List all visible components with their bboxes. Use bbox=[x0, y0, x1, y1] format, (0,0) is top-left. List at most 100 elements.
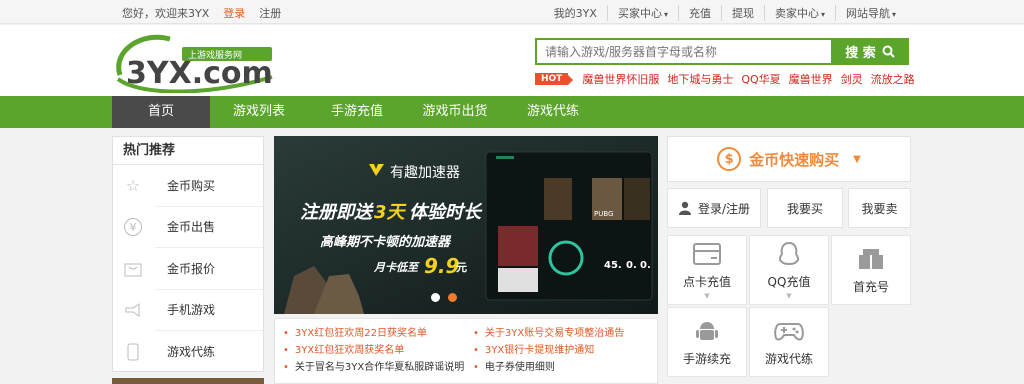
sidebar-item-buy-gold[interactable]: 金币购买 bbox=[155, 165, 263, 207]
mobile-renewal-label: 手游续充 bbox=[682, 351, 731, 366]
withdraw-label: 提现 bbox=[731, 7, 754, 20]
megaphone-icon bbox=[113, 290, 153, 332]
gold-quick-buy-label: 金币快速购买 bbox=[749, 150, 840, 169]
hot-link[interactable]: 流放之路 bbox=[871, 71, 915, 87]
news-item[interactable]: 3YX红包狂欢周22日获奖名单 bbox=[283, 325, 464, 342]
search-input[interactable] bbox=[537, 40, 831, 63]
hot-link[interactable]: 魔兽世界怀旧服 bbox=[582, 71, 659, 87]
first-recharge-account-label: 首充号 bbox=[852, 279, 889, 294]
card-icon bbox=[692, 241, 722, 267]
search-icon bbox=[882, 45, 895, 58]
news-item[interactable]: 关于3YX账号交易专项整治通告 bbox=[473, 325, 624, 342]
hot-recommend-sidebar: 热门推荐 ☆ ¥ 金币购买 金币出售 金币报价 手机游戏 游戏代练 bbox=[112, 136, 264, 372]
caret-down-icon: ▼ bbox=[704, 291, 710, 300]
news-item[interactable]: 关于冒名与3YX合作华夏私服辟谣说明 bbox=[283, 359, 464, 376]
nav-home[interactable]: 首页 bbox=[112, 96, 210, 128]
hot-link[interactable]: 剑灵 bbox=[841, 71, 863, 87]
buyer-center-label: 买家中心 bbox=[617, 7, 662, 20]
news-item[interactable]: 电子券使用细则 bbox=[473, 359, 624, 376]
sidebar-item-gold-quote[interactable]: 金币报价 bbox=[155, 248, 263, 290]
game-boosting-tile[interactable]: 游戏代练 bbox=[749, 307, 829, 377]
bag-icon bbox=[113, 248, 153, 290]
site-logo[interactable]: 上游戏服务网 3YX.com bbox=[112, 31, 277, 94]
caret-down-icon: ▾ bbox=[820, 10, 825, 19]
caret-down-icon: ▼ bbox=[853, 153, 861, 165]
phone-icon bbox=[113, 331, 153, 373]
banner-stat-b: 0. bbox=[626, 260, 637, 271]
news-col-right: 关于3YX账号交易专项整治通告 3YX银行卡提现维护通知 电子券使用细则 bbox=[473, 325, 624, 376]
search-button-label: 搜 索 bbox=[845, 46, 876, 61]
banner-headline-c: 体验时长 bbox=[409, 202, 483, 223]
my-3yx-link[interactable]: 我的3YX bbox=[544, 5, 607, 21]
header: 上游戏服务网 3YX.com 搜 索 HOT 魔兽世界怀旧服 地下城与勇士 QQ… bbox=[0, 25, 1024, 96]
promo-banner[interactable]: 有趣加速器 注册即送 3天 体验时长 高峰期不卡顿的加速器 月卡低至 9.9 元… bbox=[274, 136, 658, 314]
game-boosting-label: 游戏代练 bbox=[764, 351, 813, 366]
banner-stat-c: 0. bbox=[640, 260, 651, 271]
dollar-coin-icon: $ bbox=[717, 147, 742, 171]
banner-slogan: 高峰期不卡顿的加速器 bbox=[320, 234, 452, 250]
qq-recharge-tile[interactable]: QQ充值 ▼ bbox=[749, 235, 829, 305]
nav-game-list[interactable]: 游戏列表 bbox=[210, 96, 308, 128]
sidebar-item-sell-gold[interactable]: 金币出售 bbox=[155, 207, 263, 248]
sidebar-item-boosting[interactable]: 游戏代练 bbox=[155, 331, 263, 373]
news-item[interactable]: 3YX红包狂欢周获奖名单 bbox=[283, 342, 464, 359]
hot-link[interactable]: QQ华夏 bbox=[741, 71, 780, 87]
site-nav-label: 网站导航 bbox=[845, 7, 890, 20]
recharge-link[interactable]: 充值 bbox=[677, 5, 721, 21]
hot-link[interactable]: 魔兽世界 bbox=[789, 71, 833, 87]
nav-mobile-recharge[interactable]: 手游充值 bbox=[308, 96, 406, 128]
yen-icon: ¥ bbox=[113, 207, 153, 249]
banner-price-unit: 元 bbox=[456, 261, 467, 274]
register-link[interactable]: 注册 bbox=[259, 5, 281, 21]
i-buy-button[interactable]: 我要买 bbox=[767, 188, 843, 228]
card-recharge-label: 点卡充值 bbox=[682, 274, 731, 289]
withdraw-link[interactable]: 提现 bbox=[720, 5, 764, 21]
sidebar-item-label: 金币购买 bbox=[167, 178, 216, 193]
news-panel: 3YX红包狂欢周22日获奖名单 3YX红包狂欢周获奖名单 关于冒名与3YX合作华… bbox=[274, 318, 658, 384]
site-nav-menu[interactable]: 网站导航 ▾ bbox=[834, 5, 906, 21]
star-icon: ☆ bbox=[125, 176, 141, 196]
i-buy-label: 我要买 bbox=[786, 201, 823, 216]
banner-headline-a: 注册即送 bbox=[300, 202, 374, 223]
sidebar-item-mobile-games[interactable]: 手机游戏 bbox=[155, 290, 263, 331]
top-bar: 您好，欢迎来3YX 登录 注册 我的3YX 买家中心 ▾ 充值 提现 卖家中心 ▾ … bbox=[0, 0, 1024, 24]
sidebar-item-label: 金币出售 bbox=[167, 220, 216, 235]
carousel-dot-2[interactable] bbox=[448, 293, 457, 302]
top-bar-left: 您好，欢迎来3YX 登录 注册 bbox=[122, 5, 281, 21]
sidebar-item-label: 金币报价 bbox=[167, 261, 216, 276]
card-recharge-tile[interactable]: 点卡充值 ▼ bbox=[667, 235, 747, 305]
banner-headline-b: 3天 bbox=[374, 202, 407, 223]
login-register-label: 登录/注册 bbox=[697, 201, 751, 216]
news-item[interactable]: 3YX银行卡提现维护通知 bbox=[473, 342, 624, 359]
caret-down-icon: ▾ bbox=[891, 10, 896, 19]
hot-link[interactable]: 地下城与勇士 bbox=[667, 71, 733, 87]
android-icon bbox=[692, 318, 722, 344]
banner-price-label: 月卡低至 bbox=[373, 261, 420, 274]
banner-game-title: PUBG bbox=[594, 210, 613, 218]
carousel-dot-1[interactable] bbox=[431, 293, 440, 302]
banner-stat-a: 45. bbox=[604, 260, 622, 271]
nav-boosting[interactable]: 游戏代练 bbox=[504, 96, 602, 128]
sidebar-ad-strip[interactable] bbox=[112, 378, 264, 384]
i-sell-button[interactable]: 我要卖 bbox=[848, 188, 911, 228]
mobile-renewal-tile[interactable]: 手游续充 bbox=[667, 307, 747, 377]
gold-quick-buy-button[interactable]: $ 金币快速购买 ▼ bbox=[667, 136, 911, 182]
login-link[interactable]: 登录 bbox=[223, 5, 245, 21]
seller-center-menu[interactable]: 卖家中心 ▾ bbox=[763, 5, 835, 21]
top-bar-right: 我的3YX 买家中心 ▾ 充值 提现 卖家中心 ▾ 网站导航 ▾ bbox=[544, 5, 906, 21]
banner-brand: 有趣加速器 bbox=[390, 165, 460, 181]
right-panel: $ 金币快速购买 ▼ 登录/注册 我要买 我要卖 点卡充值 ▼ QQ充值 ▼ 首… bbox=[667, 136, 911, 384]
gift-box-icon bbox=[856, 246, 886, 272]
nav-sell-currency[interactable]: 游戏币出货 bbox=[406, 96, 504, 128]
recharge-label: 充值 bbox=[688, 7, 711, 20]
logo-text: 3YX.com bbox=[126, 56, 273, 91]
login-register-button[interactable]: 登录/注册 bbox=[667, 188, 761, 228]
greeting-text: 您好，欢迎来3YX bbox=[122, 7, 210, 20]
buyer-center-menu[interactable]: 买家中心 ▾ bbox=[606, 5, 678, 21]
gamepad-icon bbox=[774, 318, 804, 344]
main-nav: 首页 游戏列表 手游充值 游戏币出货 游戏代练 bbox=[0, 96, 1024, 128]
search-button[interactable]: 搜 索 bbox=[831, 38, 909, 65]
sidebar-item-label: 手机游戏 bbox=[167, 303, 216, 318]
hot-badge: HOT bbox=[535, 73, 574, 85]
first-recharge-account-tile[interactable]: 首充号 bbox=[831, 235, 911, 305]
